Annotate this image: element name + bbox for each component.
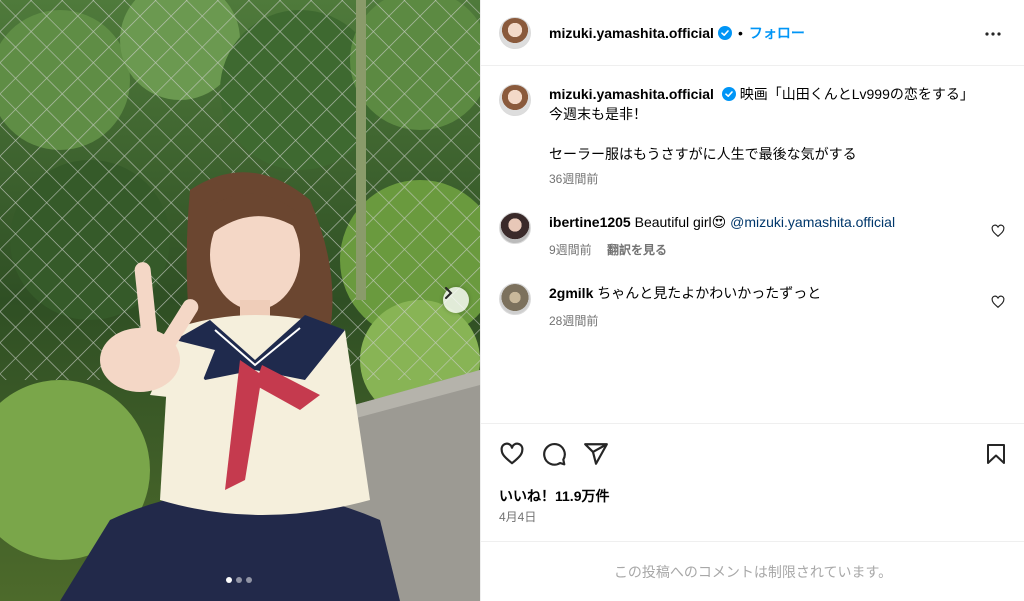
carousel-dot [246, 577, 252, 583]
author-username[interactable]: mizuki.yamashita.official [549, 25, 714, 41]
verified-badge-icon [721, 87, 736, 101]
comment-button[interactable] [541, 441, 567, 472]
heart-icon [500, 442, 524, 465]
comment-like-heart-icon[interactable] [991, 295, 1005, 309]
chevron-right-icon [445, 287, 453, 299]
comment-text: Beautiful girl [634, 214, 712, 230]
carousel-dot [236, 577, 242, 583]
carousel-next-button[interactable] [443, 287, 469, 313]
header-separator: • [737, 24, 743, 41]
commenter-avatar[interactable] [499, 212, 531, 244]
post-actions: いいね！11.9万件 4月4日 [481, 423, 1024, 524]
caption-line-3: セーラー服はもうさすがに人生で最後な気がする [549, 146, 857, 162]
bookmark-icon [987, 444, 1005, 464]
caption-line-1: 映画「山田くんとLv999の恋をする」 [739, 86, 974, 102]
comment-time[interactable]: 9週間前 [549, 243, 592, 257]
caption-line-2: 今週末も是非！ [549, 106, 647, 122]
like-button[interactable] [499, 441, 525, 472]
comment-time[interactable]: 28週間前 [549, 314, 598, 328]
post-side-panel: mizuki.yamashita.official • フォロー mizuki.… [480, 0, 1024, 601]
save-button[interactable] [984, 441, 1008, 472]
comment-item: 2gmilk ちゃんと見たよかわいかったずっと 28週間前 [499, 283, 1009, 331]
comment-item: ibertine1205 Beautiful girl😍 @mizuki.yam… [499, 212, 1009, 260]
verified-badge-icon [717, 25, 732, 40]
comment-username[interactable]: ibertine1205 [549, 214, 631, 230]
photo-illustration [0, 0, 480, 601]
share-button[interactable] [583, 441, 609, 472]
comment-username[interactable]: 2gmilk [549, 285, 593, 301]
post-header: mizuki.yamashita.official • フォロー [481, 0, 1024, 66]
post-photo[interactable] [0, 0, 480, 601]
caption-avatar[interactable] [499, 84, 531, 116]
comment-like-heart-icon[interactable] [991, 224, 1005, 238]
post-caption: mizuki.yamashita.official 映画「山田くんとLv999の… [499, 84, 1009, 189]
more-options-icon[interactable] [981, 22, 1005, 46]
caption-time[interactable]: 36週間前 [549, 169, 1009, 189]
comment-mention[interactable]: @mizuki.yamashita.official [730, 214, 895, 230]
carousel-indicator [226, 577, 252, 583]
like-count[interactable]: いいね！11.9万件 [499, 486, 609, 506]
author-avatar[interactable] [499, 16, 531, 49]
comment-text: ちゃんと見たよかわいかったずっと [597, 285, 822, 301]
carousel-dot-active [226, 577, 232, 583]
translate-link[interactable]: 翻訳を見る [607, 243, 667, 257]
follow-button[interactable]: フォロー [749, 23, 805, 43]
share-icon [584, 443, 608, 465]
post-date[interactable]: 4月4日 [499, 508, 536, 525]
comment-icon [543, 443, 566, 466]
caption-username[interactable]: mizuki.yamashita.official [549, 86, 714, 102]
comments-restricted-notice: この投稿へのコメントは制限されています。 [481, 541, 1024, 601]
commenter-avatar[interactable] [499, 283, 531, 315]
heart-eyes-emoji: 😍 [711, 214, 727, 230]
comments-list[interactable]: mizuki.yamashita.official 映画「山田くんとLv999の… [481, 67, 1024, 422]
